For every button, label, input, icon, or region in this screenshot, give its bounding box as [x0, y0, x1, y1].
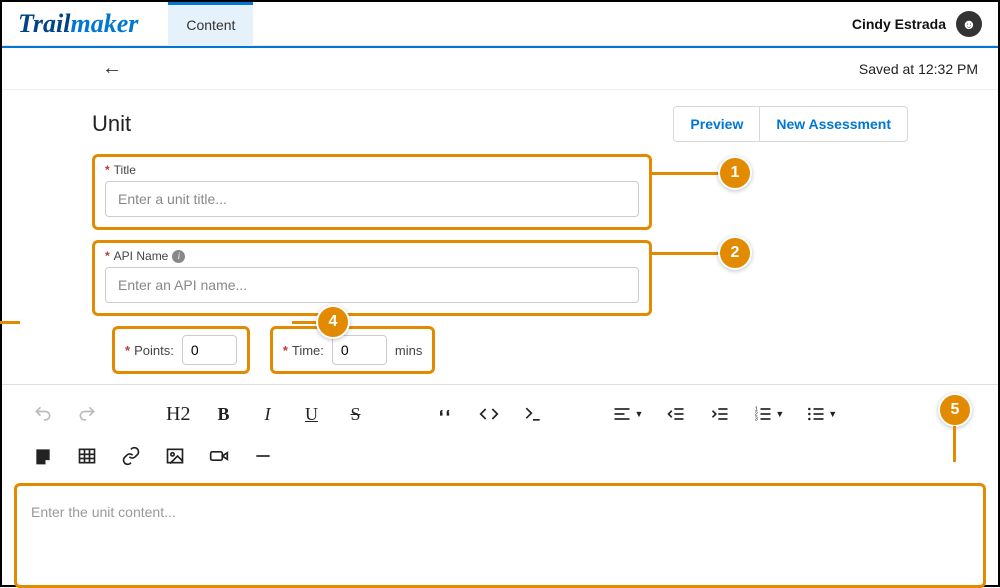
note-icon[interactable]	[32, 443, 54, 469]
table-icon[interactable]	[76, 443, 98, 469]
required-icon: *	[105, 163, 110, 177]
outdent-icon[interactable]	[665, 401, 687, 427]
image-icon[interactable]	[164, 443, 186, 469]
new-assessment-button[interactable]: New Assessment	[759, 106, 908, 142]
hr-icon[interactable]	[252, 443, 274, 469]
redo-icon[interactable]	[76, 401, 98, 427]
points-label: *Points:	[125, 343, 174, 358]
brand-part2: maker	[70, 9, 138, 38]
avatar: ☻	[956, 11, 982, 37]
tab-content[interactable]: Content	[168, 2, 253, 46]
quote-icon[interactable]	[434, 401, 456, 427]
video-icon[interactable]	[208, 443, 230, 469]
time-label: *Time:	[283, 343, 324, 358]
strikethrough-button[interactable]: S	[344, 401, 366, 427]
title-field-group: *Title	[92, 154, 652, 230]
link-icon[interactable]	[120, 443, 142, 469]
editor-placeholder: Enter the unit content...	[31, 504, 176, 520]
bold-button[interactable]: B	[212, 401, 234, 427]
underline-button[interactable]: U	[300, 401, 322, 427]
align-icon[interactable]: ▼	[612, 401, 643, 427]
points-input[interactable]	[182, 335, 237, 365]
callout-2: 2	[718, 236, 752, 270]
required-icon: *	[105, 249, 110, 263]
page-title: Unit	[92, 111, 131, 137]
content-editor[interactable]: Enter the unit content...	[14, 483, 986, 588]
undo-icon[interactable]	[32, 401, 54, 427]
svg-text:3: 3	[755, 417, 758, 423]
points-time-row: *Points: *Time: mins	[112, 326, 908, 374]
brand-logo: Trailmaker	[18, 9, 138, 39]
tab-content-label: Content	[186, 17, 235, 33]
api-name-input[interactable]	[105, 267, 639, 303]
main-content: Unit Preview New Assessment *Title 1 *AP…	[2, 90, 998, 374]
callout-4: 4	[316, 305, 350, 339]
terminal-icon[interactable]	[522, 401, 544, 427]
top-bar: Trailmaker Content Cindy Estrada ☻	[2, 2, 998, 46]
title-input[interactable]	[105, 181, 639, 217]
callout-3-connector	[0, 321, 20, 324]
time-field-group: *Time: mins	[270, 326, 436, 374]
callout-5: 5	[938, 393, 972, 427]
title-label: *Title	[105, 163, 639, 177]
time-input[interactable]	[332, 335, 387, 365]
time-unit: mins	[395, 343, 422, 358]
italic-button[interactable]: I	[256, 401, 278, 427]
preview-button[interactable]: Preview	[673, 106, 759, 142]
code-icon[interactable]	[478, 401, 500, 427]
editor-toolbar: H2 B I U S ▼ 123▼ ▼	[2, 384, 998, 477]
heading-button[interactable]: H2	[166, 401, 190, 427]
brand-part1: Trail	[18, 9, 70, 38]
required-icon: *	[283, 343, 288, 358]
callout-1: 1	[718, 156, 752, 190]
unordered-list-icon[interactable]: ▼	[806, 401, 837, 427]
user-menu[interactable]: Cindy Estrada ☻	[852, 11, 982, 37]
required-icon: *	[125, 343, 130, 358]
callout-5-connector	[953, 426, 956, 462]
callout-2-connector	[652, 252, 722, 255]
indent-icon[interactable]	[709, 401, 731, 427]
ordered-list-icon[interactable]: 123▼	[753, 401, 784, 427]
api-name-label: *API Namei	[105, 249, 639, 263]
info-icon[interactable]: i	[172, 250, 185, 263]
back-arrow-icon[interactable]: ←	[102, 57, 122, 80]
callout-1-connector	[652, 172, 722, 175]
sub-bar: ← Saved at 12:32 PM	[2, 48, 998, 90]
points-field-group: *Points:	[112, 326, 250, 374]
saved-status: Saved at 12:32 PM	[859, 61, 978, 77]
user-name: Cindy Estrada	[852, 16, 946, 32]
api-name-field-group: *API Namei	[92, 240, 652, 316]
